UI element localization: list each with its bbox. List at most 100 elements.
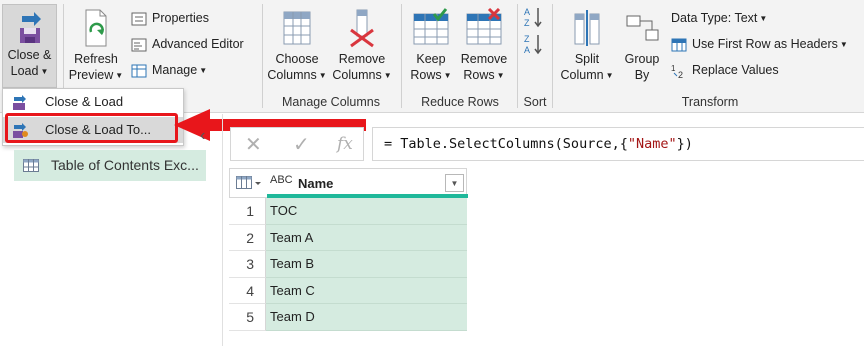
- cancel-icon[interactable]: ✕: [245, 132, 262, 157]
- column-header-row: ABC Name ▼: [229, 168, 468, 198]
- collapse-pane-chevron-icon[interactable]: ‹: [200, 127, 205, 145]
- data-type-label: Data Type: Text: [671, 11, 758, 25]
- svg-text:A: A: [524, 45, 530, 55]
- refresh-label-2: Preview ▼: [68, 68, 124, 82]
- sort-descending-button[interactable]: ZA: [524, 33, 546, 57]
- replace-values-icon: 12: [671, 64, 683, 78]
- choose-columns-icon: [283, 11, 311, 45]
- row-number: 1: [229, 198, 266, 225]
- properties-label: Properties: [152, 11, 209, 25]
- split-column-label-2: Column ▼: [560, 68, 614, 82]
- use-first-row-button[interactable]: Use First Row as Headers ▼: [671, 34, 848, 54]
- properties-button[interactable]: Properties: [131, 8, 209, 28]
- type-icon[interactable]: ABC: [270, 174, 293, 186]
- menu-item-label: Close & Load: [45, 94, 124, 109]
- table-cell[interactable]: Team D: [266, 304, 467, 331]
- chevron-down-icon: ▼: [318, 70, 327, 80]
- row-number: 5: [229, 304, 266, 331]
- sort-ascending-icon: AZ: [524, 7, 542, 28]
- chevron-down-icon: ▼: [199, 65, 208, 75]
- group-by-label-2: By: [634, 68, 650, 82]
- column-header-name[interactable]: Name: [298, 176, 333, 191]
- replace-values-button[interactable]: 1 2 Replace Values: [671, 60, 779, 80]
- remove-columns-icon: [350, 9, 374, 48]
- table-row: 5 Team D: [229, 304, 467, 331]
- table-cell[interactable]: Team A: [266, 224, 467, 252]
- fx-icon[interactable]: fx: [337, 134, 353, 154]
- formula-string: "Name": [627, 136, 677, 152]
- close-load-label-2: Load ▼: [10, 64, 49, 78]
- properties-icon: [131, 12, 147, 26]
- filter-dropdown-icon[interactable]: ▼: [445, 174, 464, 192]
- table-icon: [23, 159, 39, 172]
- divider: [222, 114, 223, 346]
- refresh-icon: [85, 9, 107, 47]
- table-menu-icon[interactable]: [236, 176, 262, 190]
- remove-rows-label-1: Remove: [460, 52, 508, 66]
- close-load-label-1: Close &: [7, 48, 52, 62]
- advanced-editor-label: Advanced Editor: [152, 37, 244, 51]
- group-by-button[interactable]: Group By: [618, 8, 666, 83]
- svg-text:A: A: [524, 7, 530, 17]
- refresh-label-1: Refresh: [74, 52, 118, 66]
- table-cell[interactable]: Team C: [266, 277, 467, 305]
- refresh-preview-button[interactable]: Refresh Preview ▼: [66, 8, 126, 84]
- menu-item-close-load[interactable]: Close & Load: [3, 89, 183, 115]
- close-load-button-content[interactable]: Close & Load ▼: [2, 10, 57, 80]
- split-column-icon: [574, 10, 600, 46]
- highlight-box: [5, 113, 178, 143]
- chevron-down-icon: ▼: [759, 13, 768, 23]
- sort-ascending-button[interactable]: AZ: [524, 6, 546, 30]
- manage-button[interactable]: Manage ▼: [131, 60, 207, 80]
- row-number: 4: [229, 277, 266, 305]
- svg-text:1: 1: [671, 64, 676, 73]
- query-item-label: Table of Contents Exc...: [51, 157, 199, 173]
- table-cell[interactable]: TOC: [266, 198, 467, 225]
- remove-rows-icon: [466, 8, 502, 45]
- choose-columns-label-2: Columns ▼: [267, 68, 327, 82]
- keep-rows-button[interactable]: Keep Rows ▼: [406, 8, 456, 84]
- svg-text:2: 2: [678, 70, 683, 78]
- reduce-rows-group-label: Reduce Rows: [421, 95, 499, 109]
- check-icon[interactable]: ✓: [293, 132, 310, 157]
- chevron-down-icon: ▼: [496, 70, 505, 80]
- table-row: 3 Team B: [229, 251, 467, 278]
- data-type-dropdown[interactable]: Data Type: Text ▼: [671, 8, 767, 28]
- manage-icon: [131, 64, 147, 78]
- sort-group-label: Sort: [523, 95, 547, 109]
- remove-columns-label-1: Remove: [338, 52, 386, 66]
- transform-group-label: Transform: [681, 95, 739, 109]
- chevron-down-icon: ▼: [839, 39, 848, 49]
- table-header-icon: [671, 38, 687, 52]
- query-item[interactable]: Table of Contents Exc...: [14, 150, 206, 181]
- divider: [262, 4, 263, 108]
- formula-prefix: = Table.SelectColumns(Source,{: [384, 136, 628, 152]
- table-row: 4 Team C: [229, 277, 467, 305]
- row-number: 3: [229, 251, 266, 278]
- svg-text:Z: Z: [524, 34, 530, 44]
- split-column-label-1: Split: [574, 52, 600, 66]
- split-column-button[interactable]: Split Column ▼: [558, 8, 616, 84]
- replace-values-label: Replace Values: [692, 63, 779, 77]
- chevron-down-icon: ▼: [40, 66, 49, 76]
- formula-buttons: ✕ ✓ fx: [230, 127, 364, 161]
- svg-text:Z: Z: [524, 18, 530, 28]
- table-cell[interactable]: Team B: [266, 251, 467, 278]
- keep-rows-label-2: Rows ▼: [410, 68, 452, 82]
- advanced-editor-icon: [131, 38, 147, 52]
- keep-rows-icon: [413, 8, 449, 45]
- choose-columns-button[interactable]: Choose Columns ▼: [266, 8, 328, 84]
- remove-columns-label-2: Columns ▼: [332, 68, 392, 82]
- remove-columns-button[interactable]: Remove Columns ▼: [330, 8, 394, 84]
- remove-rows-button[interactable]: Remove Rows ▼: [456, 8, 512, 84]
- group-by-label-1: Group: [624, 52, 660, 66]
- group-by-icon: [626, 15, 659, 41]
- formula-input[interactable]: = Table.SelectColumns(Source,{"Name"}): [372, 127, 864, 161]
- chevron-down-icon: ▼: [115, 70, 124, 80]
- chevron-down-icon: ▼: [383, 70, 392, 80]
- chevron-down-icon: ▼: [443, 70, 452, 80]
- keep-rows-label-1: Keep: [416, 52, 446, 66]
- advanced-editor-button[interactable]: Advanced Editor: [131, 34, 244, 54]
- manage-label: Manage: [152, 63, 198, 77]
- use-first-row-label: Use First Row as Headers: [692, 37, 838, 51]
